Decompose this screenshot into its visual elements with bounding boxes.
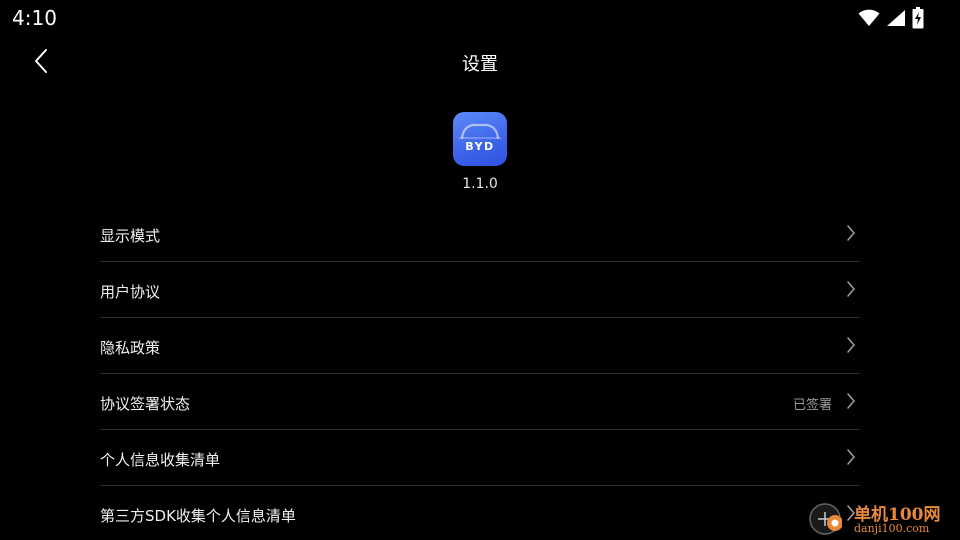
chevron-right-icon [846,393,856,409]
wifi-icon [858,9,880,27]
status-time: 4:10 [12,6,57,30]
chevron-right-icon [846,225,856,241]
settings-screen: 4:10 设置 BYD 1.1.0 显示模式 用户协议 隐私政策 协议签署状态 … [0,0,960,540]
app-version: 1.1.0 [462,176,498,192]
cellular-signal-icon [886,9,906,27]
app-logo: BYD [453,112,507,166]
setting-personal-info-list[interactable]: 个人信息收集清单 [100,430,860,486]
chevron-right-icon [846,449,856,465]
agreement-status-value: 已签署 [792,398,832,413]
setting-label: 个人信息收集清单 [100,451,221,469]
status-icons [858,7,924,29]
watermark-logo-icon [808,502,843,536]
watermark-url: danji100.com [854,522,930,535]
battery-charging-icon [912,7,924,29]
chevron-right-icon [846,337,856,353]
setting-display-mode[interactable]: 显示模式 [100,206,860,262]
setting-privacy-policy[interactable]: 隐私政策 [100,318,860,374]
setting-label: 用户协议 [100,283,161,301]
setting-agreement-status[interactable]: 协议签署状态 已签署 [100,374,860,430]
setting-label: 协议签署状态 [100,395,191,413]
watermark: 单机100网 danji100.com [808,500,958,538]
status-bar: 4:10 [0,0,960,36]
page-title: 设置 [462,54,498,75]
settings-list: 显示模式 用户协议 隐私政策 协议签署状态 已签署 个人信息收集清单 第三方SD… [100,206,860,540]
setting-third-party-sdk-list[interactable]: 第三方SDK收集个人信息清单 [100,486,860,540]
setting-label: 显示模式 [100,227,161,245]
logo-text: BYD [465,140,495,153]
setting-user-agreement[interactable]: 用户协议 [100,262,860,318]
chevron-right-icon [846,281,856,297]
setting-label: 隐私政策 [100,339,161,357]
setting-label: 第三方SDK收集个人信息清单 [100,507,296,525]
